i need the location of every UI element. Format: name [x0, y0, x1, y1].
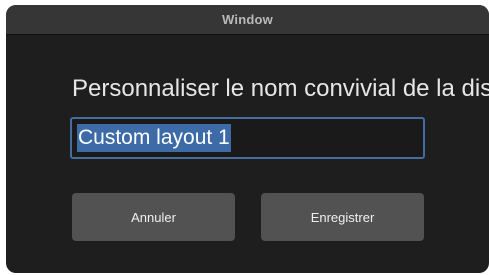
rename-prompt-label: Personnaliser le nom convivial de la dis…	[72, 75, 489, 102]
layout-name-input[interactable]: Custom layout 1	[70, 117, 425, 159]
cancel-button[interactable]: Annuler	[72, 193, 235, 241]
title-bar[interactable]: Window	[6, 5, 489, 35]
save-button[interactable]: Enregistrer	[261, 193, 424, 241]
layout-name-selected-text[interactable]: Custom layout 1	[77, 124, 231, 152]
dialog-window: Window Personnaliser le nom convivial de…	[6, 5, 489, 273]
window-title: Window	[222, 12, 273, 27]
